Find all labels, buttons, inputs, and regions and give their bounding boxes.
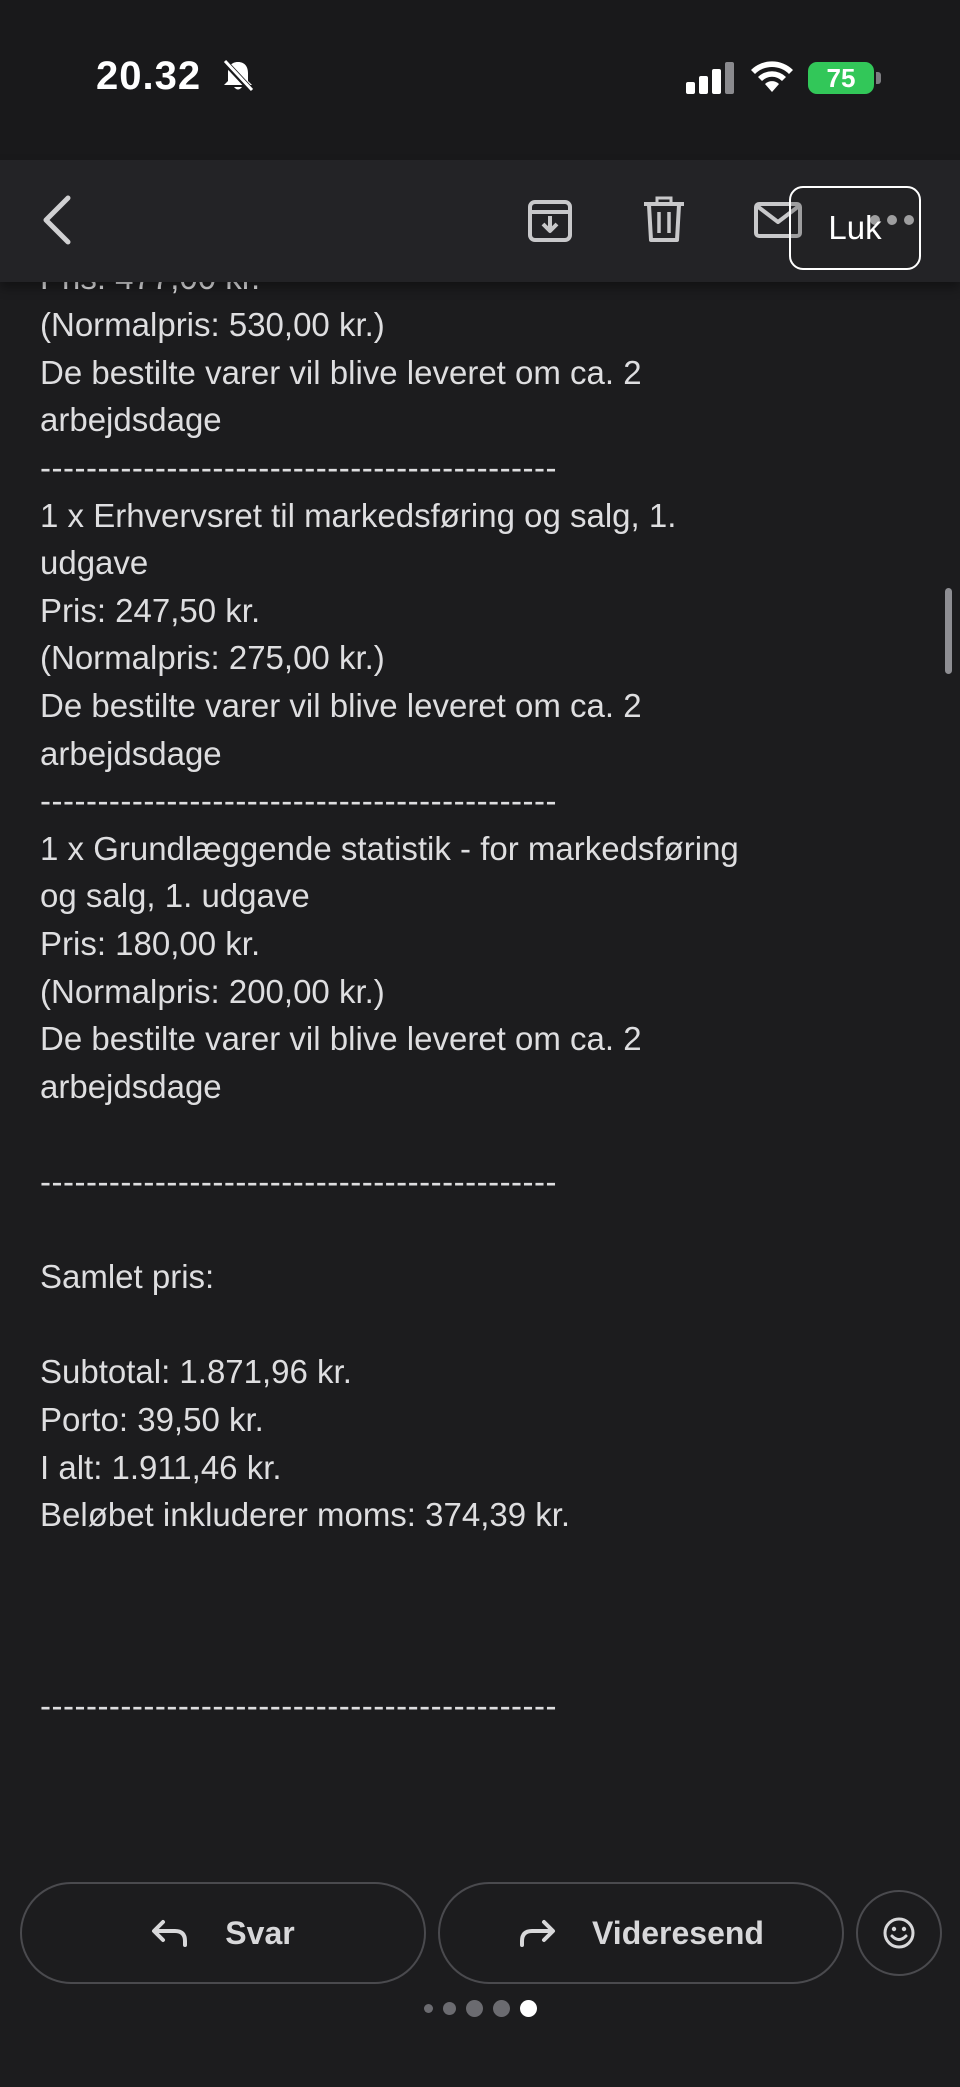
- page-dot: [423, 2004, 433, 2013]
- email-text-line: Samlet pris:: [40, 1258, 215, 1296]
- bottom-action-bar: Svar Videresend: [0, 1860, 960, 2087]
- email-text-line: Pris: 247,50 kr.: [40, 591, 261, 629]
- bell-slash-icon: [221, 58, 255, 94]
- email-text-line: De bestilte varer vil blive leveret om c…: [40, 353, 642, 391]
- page-dot: [442, 2002, 456, 2015]
- email-text-line: arbejdsdage: [40, 1067, 222, 1105]
- separator-line: ----------------------------------------…: [40, 782, 558, 820]
- separator-line: ----------------------------------------…: [40, 449, 558, 486]
- separator-line: ----------------------------------------…: [40, 1163, 558, 1200]
- email-text-line: arbejdsdage: [40, 734, 222, 772]
- email-text-line: De bestilte varer vil blive leveret om c…: [40, 1020, 642, 1058]
- email-text-line: udgave: [40, 544, 149, 582]
- email-text-line: arbejdsdage: [40, 401, 222, 439]
- mail-screen: 20.32 75 Luk (Normalpris: 530,00 kr.) De…: [0, 0, 960, 2087]
- archive-button[interactable]: [520, 190, 580, 250]
- reply-label: Svar: [225, 1914, 295, 1951]
- forward-label: Videresend: [592, 1914, 764, 1951]
- email-text-line: (Normalpris: 200,00 kr.): [40, 972, 385, 1010]
- email-text-line: 1 x Erhvervsret til markedsføring og sal…: [40, 496, 677, 534]
- forward-arrow-icon: [520, 1920, 556, 1947]
- archive-tray-icon: [528, 200, 572, 242]
- emoji-reaction-button[interactable]: [856, 1890, 942, 1976]
- email-text-line: Pris: 180,00 kr.: [40, 925, 261, 962]
- page-dot-active: [519, 2000, 537, 2017]
- separator-line: ----------------------------------------…: [40, 1686, 558, 1724]
- status-time: 20.32: [96, 54, 202, 98]
- cellular-signal-icon: [686, 62, 734, 94]
- email-text-line: Beløbet inkluderer moms: 374,39 kr.: [40, 1496, 571, 1534]
- reply-button[interactable]: Svar: [20, 1882, 426, 1984]
- page-dot: [465, 2000, 483, 2017]
- delete-button[interactable]: [634, 190, 694, 250]
- battery-indicator: 75: [808, 62, 874, 94]
- email-text-line: og salg, 1. udgave: [40, 877, 310, 915]
- email-text-line: (Normalpris: 275,00 kr.): [40, 639, 385, 677]
- page-indicator[interactable]: [0, 2000, 960, 2017]
- close-button[interactable]: Luk: [789, 186, 921, 270]
- status-bar: 20.32 75: [0, 0, 960, 160]
- email-text-line: I alt: 1.911,46 kr.: [40, 1448, 282, 1486]
- scroll-indicator[interactable]: [945, 588, 952, 674]
- page-dot: [492, 2000, 510, 2017]
- forward-button[interactable]: Videresend: [438, 1882, 844, 1984]
- battery-cap: [876, 72, 881, 84]
- email-text-line: (Normalpris: 530,00 kr.): [40, 306, 385, 344]
- email-text-line: Porto: 39,50 kr.: [40, 1401, 264, 1438]
- email-text-line: Subtotal: 1.871,96 kr.: [40, 1353, 352, 1391]
- smiley-face-icon: [883, 1917, 915, 1949]
- back-button[interactable]: [28, 190, 88, 250]
- reply-arrow-icon: [152, 1920, 188, 1947]
- email-text-line: De bestilte varer vil blive leveret om c…: [40, 687, 642, 724]
- chevron-left-icon: [43, 195, 71, 245]
- trash-icon: [644, 196, 684, 242]
- wifi-icon: [751, 61, 793, 92]
- email-text-line: 1 x Grundlæggende statistik - for marked…: [40, 829, 739, 867]
